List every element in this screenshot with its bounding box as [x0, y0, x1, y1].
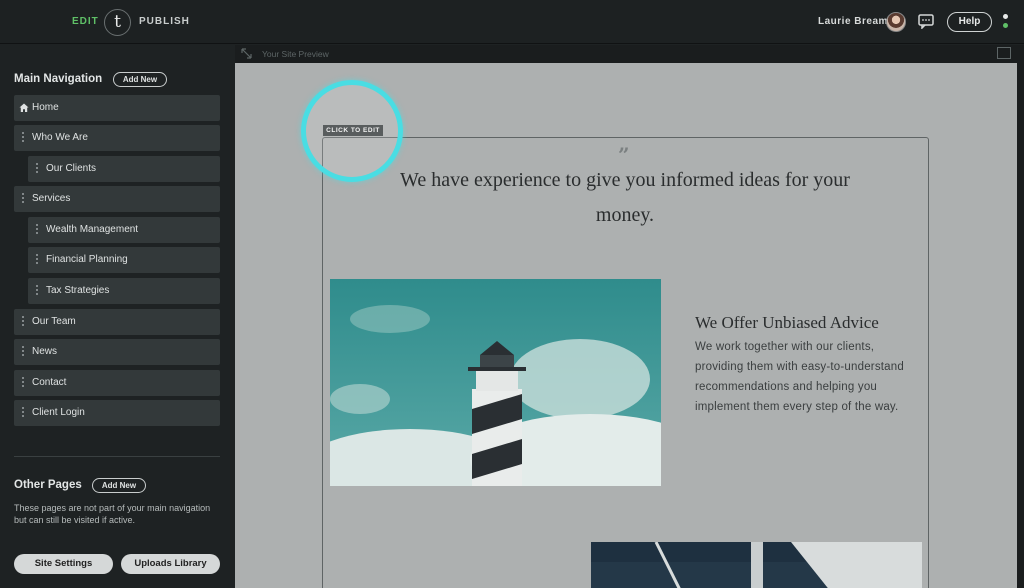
sidebar-item-label: Our Clients: [46, 163, 97, 174]
sidebar-item-our-team[interactable]: Our Team: [14, 309, 220, 335]
sidebar-item-wealth-management[interactable]: Wealth Management: [28, 217, 220, 243]
site-settings-button[interactable]: Site Settings: [14, 554, 113, 574]
sidebar-item-tax-strategies[interactable]: Tax Strategies: [28, 278, 220, 304]
edit-mode-tab[interactable]: EDIT: [72, 16, 99, 27]
sidebar-item-home[interactable]: Home: [14, 95, 220, 121]
drag-handle-icon[interactable]: [36, 224, 39, 236]
drag-handle-icon[interactable]: [22, 316, 25, 328]
preview-scroll-edge: [1017, 63, 1024, 588]
advice-body-text[interactable]: We work together with our clients, provi…: [695, 337, 925, 417]
avatar[interactable]: [886, 12, 906, 32]
drag-handle-icon[interactable]: [36, 163, 39, 175]
sidebar-item-label: Contact: [32, 377, 67, 388]
help-button[interactable]: Help: [947, 12, 992, 32]
drag-handle-icon[interactable]: [22, 377, 25, 389]
sidebar-item-financial-planning[interactable]: Financial Planning: [28, 247, 220, 273]
drag-handle-icon[interactable]: [22, 193, 25, 205]
drag-handle-icon[interactable]: [22, 346, 25, 358]
other-pages-description: These pages are not part of your main na…: [14, 503, 211, 525]
drag-handle-icon[interactable]: [36, 254, 39, 266]
drag-handle-icon[interactable]: [22, 407, 25, 419]
publish-mode-tab[interactable]: PUBLISH: [139, 16, 190, 27]
sidebar-item-services[interactable]: Services: [14, 186, 220, 212]
uploads-library-button[interactable]: Uploads Library: [121, 554, 220, 574]
sidebar-divider: [14, 456, 220, 457]
sidebar-item-label: News: [32, 346, 58, 357]
preview-header-bar: [235, 45, 1024, 63]
add-new-nav-button[interactable]: Add New: [113, 72, 167, 87]
sidebar-item-label: Tax Strategies: [46, 285, 110, 296]
sidebar-item-news[interactable]: News: [14, 339, 220, 365]
status-indicator: [1003, 14, 1009, 32]
sidebar-item-label: Client Login: [32, 407, 85, 418]
drag-handle-icon[interactable]: [36, 285, 39, 297]
sidebar-item-who-we-are[interactable]: Who We Are: [14, 125, 220, 151]
collapse-icon[interactable]: [241, 48, 252, 59]
quote-heading[interactable]: We have experience to give you informed …: [380, 163, 870, 233]
main-navigation-title: Main Navigation: [14, 73, 103, 85]
sidebar-item-label: Financial Planning: [46, 254, 128, 265]
top-bar: EDIT t PUBLISH Laurie Bream Help: [0, 0, 1024, 44]
fullscreen-icon[interactable]: [997, 47, 1011, 59]
home-icon: [19, 103, 29, 112]
site-preview-label: Your Site Preview: [262, 49, 329, 59]
sidebar-item-our-clients[interactable]: Our Clients: [28, 156, 220, 182]
sailboat-image[interactable]: [591, 542, 922, 588]
sidebar-item-label: Home: [32, 102, 59, 113]
sidebar-item-label: Our Team: [32, 316, 76, 327]
other-pages-title: Other Pages: [14, 479, 82, 491]
add-new-other-page-button[interactable]: Add New: [92, 478, 146, 493]
sidebar-item-contact[interactable]: Contact: [14, 370, 220, 396]
advice-heading[interactable]: We Offer Unbiased Advice: [695, 313, 879, 333]
user-name[interactable]: Laurie Bream: [818, 16, 888, 27]
sidebar-item-label: Who We Are: [32, 132, 88, 143]
lighthouse-image[interactable]: [330, 279, 661, 486]
highlight-ring: [301, 80, 403, 182]
app-logo: t: [104, 9, 131, 36]
sidebar-item-client-login[interactable]: Client Login: [14, 400, 220, 426]
drag-handle-icon[interactable]: [22, 132, 25, 144]
sidebar-item-label: Services: [32, 193, 71, 204]
sidebar-item-label: Wealth Management: [46, 224, 139, 235]
chat-icon[interactable]: [918, 14, 934, 29]
